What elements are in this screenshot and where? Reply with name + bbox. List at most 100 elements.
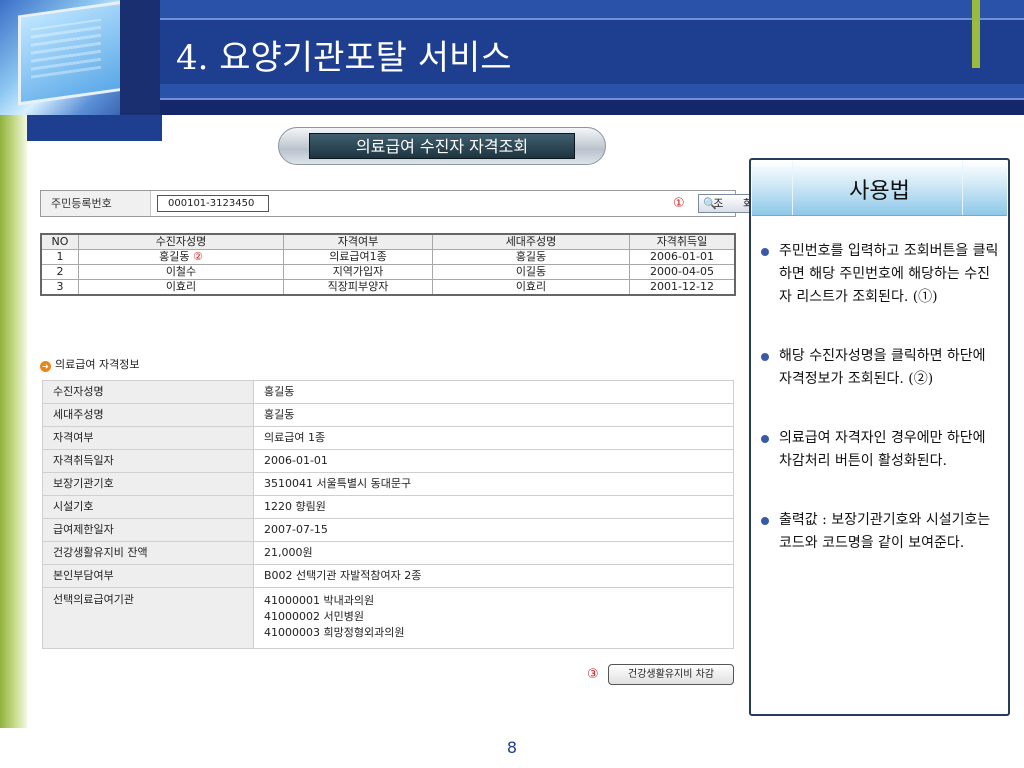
- cell-name[interactable]: 이철수: [78, 264, 284, 280]
- usage-item: 주민번호를 입력하고 조회버튼을 클릭하면 해당 주민번호에 해당하는 수진자 …: [759, 240, 1001, 309]
- usage-item-text: 출력값 : 보장기관기호와 시설기호는 코드와 코드명을 같이 보여준다.: [779, 512, 991, 551]
- cell-status: 의료급여1종: [283, 249, 433, 265]
- screen-title-pill: 의료급여 수진자 자격조회: [278, 127, 606, 165]
- detail-label: 선택의료급여기관: [42, 587, 254, 649]
- detail-row: 건강생활유지비 잔액 21,000원: [42, 541, 734, 565]
- detail-row: 시설기호 1220 향림원: [42, 495, 734, 519]
- marker-1: ①: [673, 196, 685, 211]
- cell-date: 2001-12-12: [629, 279, 736, 296]
- cell-status: 지역가입자: [283, 264, 433, 280]
- detail-label: 보장기관기호: [42, 472, 254, 496]
- detail-value: 21,000원: [253, 541, 734, 565]
- bullet-icon: [761, 353, 769, 361]
- bullet-icon: [761, 517, 769, 525]
- column-header-date: 자격취득일: [629, 233, 736, 250]
- detail-label: 건강생활유지비 잔액: [42, 541, 254, 565]
- slide-header: 4. 요양기관포탈 서비스: [0, 0, 1024, 115]
- table-row[interactable]: 1 홍길동 ② 의료급여1종 홍길동 2006-01-01: [40, 249, 736, 265]
- health-allowance-deduct-button[interactable]: 건강생활유지비 차감: [608, 664, 734, 685]
- cell-head: 홍길동: [432, 249, 630, 265]
- usage-item: 출력값 : 보장기관기호와 시설기호는 코드와 코드명을 같이 보여준다.: [759, 509, 1001, 555]
- header-bottom-band: [160, 84, 1024, 98]
- monitor-screen-graphic: [18, 0, 124, 106]
- column-header-head: 세대주성명: [432, 233, 630, 250]
- header-monitor-image: [0, 0, 160, 115]
- usage-title: 사용법: [849, 179, 910, 204]
- detail-row: 세대주성명 홍길동: [42, 403, 734, 427]
- detail-row: 본인부담여부 B002 선택기관 자발적참여자 2종: [42, 564, 734, 588]
- column-header-name: 수진자성명: [78, 233, 284, 250]
- detail-value: 의료급여 1종: [253, 426, 734, 450]
- detail-value: 2007-07-15: [253, 518, 734, 542]
- header-top-band: [160, 0, 1024, 18]
- detail-section-title-text: 의료급여 자격정보: [55, 358, 140, 371]
- cell-no: 3: [40, 279, 79, 296]
- institution-list: 41000001 박내과의원 41000002 서민병원 41000003 희망…: [253, 587, 734, 649]
- detail-label: 세대주성명: [42, 403, 254, 427]
- table-row[interactable]: 3 이효리 직장피부양자 이효리 2001-12-12: [40, 279, 736, 296]
- detail-row: 자격취득일자 2006-01-01: [42, 449, 734, 473]
- detail-value: 홍길동: [253, 380, 734, 404]
- marker-3: ③: [587, 667, 599, 682]
- detail-row: 수진자성명 홍길동: [42, 380, 734, 404]
- detail-table: 수진자성명 홍길동 세대주성명 홍길동 자격여부 의료급여 1종 자격취득일자 2006…: [42, 380, 734, 649]
- cell-head: 이길동: [432, 264, 630, 280]
- cell-name[interactable]: 이효리: [78, 279, 284, 296]
- detail-label: 자격취득일자: [42, 449, 254, 473]
- cell-no: 1: [40, 249, 79, 265]
- cell-head: 이효리: [432, 279, 630, 296]
- cell-no: 2: [40, 264, 79, 280]
- detail-row: 보장기관기호 3510041 서울특별시 동대문구: [42, 472, 734, 496]
- usage-item: 의료급여 자격자인 경우에만 하단에 차감처리 버튼이 활성화된다.: [759, 427, 1001, 473]
- institution-item: 41000002 서민병원: [264, 610, 364, 623]
- table-row[interactable]: 2 이철수 지역가입자 이길동 2000-04-05: [40, 264, 736, 280]
- marker-2: ②: [193, 250, 203, 263]
- detail-section-title: ➜ 의료급여 자격정보: [40, 356, 139, 372]
- detail-value: 3510041 서울특별시 동대문구: [253, 472, 734, 496]
- bullet-icon: [761, 435, 769, 443]
- resident-number-input[interactable]: [157, 195, 269, 212]
- slide-title: 4. 요양기관포탈 서비스: [176, 38, 512, 78]
- usage-item-text: 주민번호를 입력하고 조회버튼을 클릭하면 해당 주민번호에 해당하는 수진자 …: [779, 243, 999, 305]
- header-photo-frame: [120, 0, 160, 115]
- detail-label: 본인부담여부: [42, 564, 254, 588]
- usage-list: 주민번호를 입력하고 조회버튼을 클릭하면 해당 주민번호에 해당하는 수진자 …: [759, 240, 1001, 591]
- screen-title: 의료급여 수진자 자격조회: [309, 133, 575, 159]
- search-icon: 🔍: [703, 197, 717, 210]
- usage-header: 사용법: [752, 161, 1007, 216]
- detail-label: 수진자성명: [42, 380, 254, 404]
- left-green-strip: [0, 115, 27, 728]
- usage-item-text: 해당 수진자성명을 클릭하면 하단에 자격정보가 조회된다. (②): [779, 348, 986, 387]
- institution-item: 41000001 박내과의원: [264, 594, 375, 607]
- usage-item-text: 의료급여 자격자인 경우에만 하단에 차감처리 버튼이 활성화된다.: [779, 430, 986, 469]
- column-header-status: 자격여부: [283, 233, 433, 250]
- cell-name-link[interactable]: 홍길동 ②: [78, 249, 284, 265]
- header-dark-band: [160, 100, 1024, 115]
- results-header-row: NO 수진자성명 자격여부 세대주성명 자격취득일: [40, 233, 736, 250]
- cell-name[interactable]: 홍길동: [159, 250, 189, 263]
- cell-date: 2000-04-05: [629, 264, 736, 280]
- detail-row: 자격여부 의료급여 1종: [42, 426, 734, 450]
- resident-number-label: 주민등록번호: [41, 191, 151, 216]
- cell-status: 직장피부양자: [283, 279, 433, 296]
- detail-value: 1220 향림원: [253, 495, 734, 519]
- header-accent-bar: [972, 0, 980, 68]
- detail-label: 급여제한일자: [42, 518, 254, 542]
- search-bar: 주민등록번호 ① 🔍 조 회: [40, 190, 772, 217]
- usage-item: 해당 수진자성명을 클릭하면 하단에 자격정보가 조회된다. (②): [759, 345, 1001, 391]
- detail-value: 홍길동: [253, 403, 734, 427]
- usage-panel: 사용법 주민번호를 입력하고 조회버튼을 클릭하면 해당 주민번호에 해당하는 …: [749, 158, 1010, 716]
- detail-value: 2006-01-01: [253, 449, 734, 473]
- bullet-icon: [761, 248, 769, 256]
- arrow-right-icon: ➜: [40, 361, 51, 372]
- header-line: [160, 18, 1024, 20]
- detail-label: 시설기호: [42, 495, 254, 519]
- institution-item: 41000003 희망정형외과의원: [264, 626, 405, 639]
- page-number: 8: [506, 738, 518, 757]
- detail-row-institutions: 선택의료급여기관 41000001 박내과의원 41000002 서민병원 41…: [42, 587, 734, 649]
- column-header-no: NO: [40, 233, 79, 250]
- cell-date: 2006-01-01: [629, 249, 736, 265]
- detail-value: B002 선택기관 자발적참여자 2종: [253, 564, 734, 588]
- detail-row: 급여제한일자 2007-07-15: [42, 518, 734, 542]
- results-table: NO 수진자성명 자격여부 세대주성명 자격취득일 1 홍길동 ② 의료급여1종…: [40, 233, 736, 296]
